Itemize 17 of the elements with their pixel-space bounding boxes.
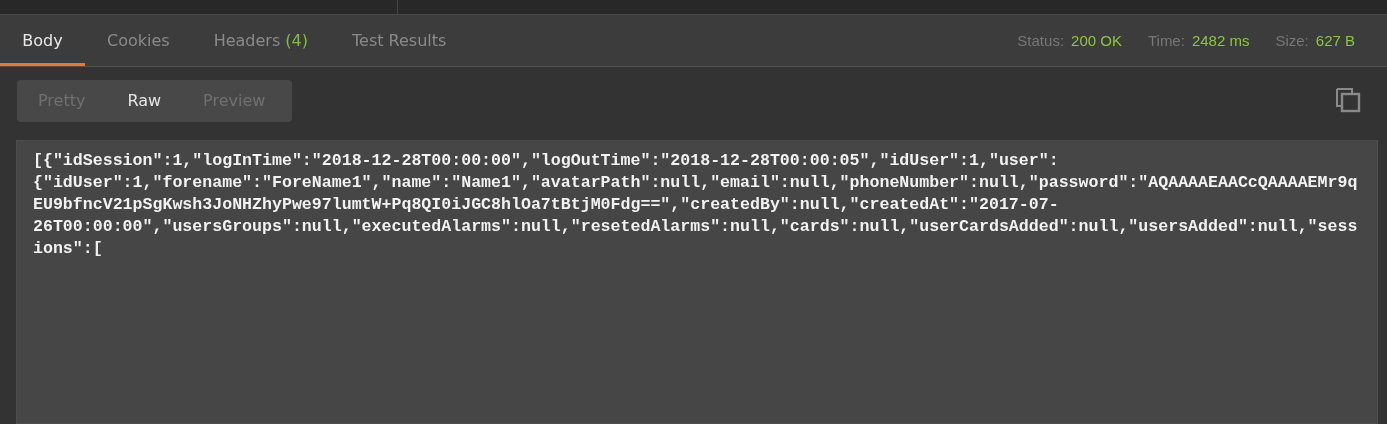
code-line: EU9bfncV21pSgKwsh3JoNHZhyPwe97lumtW+Pq8QI0iJGC8hlOa7tBtjM0Fdg==","createdBy":null,"createdAt":"2017-07- (33, 194, 1059, 216)
stat-value: 200 OK (1071, 32, 1122, 49)
stat-value: 627 B (1315, 32, 1355, 49)
stat-label: Size: (1275, 32, 1309, 49)
view-mode-option[interactable]: Raw (106, 91, 183, 110)
stat-label: Time: (1147, 32, 1185, 49)
code-line: [{"idSession":1,"logInTime":"2018-12-28T00:00:00","logOutTime":"2018-12-28T00:00:05","idUser":1,"user": (33, 150, 1059, 172)
response-tab[interactable]: Cookies (85, 15, 192, 66)
copy-icon[interactable] (1335, 86, 1361, 113)
code-line: {"idUser":1,"forename":"ForeName1","name":"Name1","avatarPath":null,"email":null,"phoneNumber":null,"password":"AQAAAAEAACcQAAAAEMr9q (33, 172, 1358, 194)
code-line: 26T00:00:00","usersGroups":null,"executedAlarms":null,"resetedAlarms":null,"cards":null,"userCardsAdded":null,"usersAdded":null,"sess (33, 216, 1358, 238)
response-tab[interactable]: Test Results (330, 15, 469, 66)
code-line: ions":[ (33, 238, 103, 260)
stat-value: 2482 ms (1191, 32, 1250, 49)
stat-label: Status: (1017, 32, 1065, 49)
response-tab[interactable]: Headers (4) (191, 15, 330, 66)
response-tab[interactable]: Body (0, 15, 85, 66)
